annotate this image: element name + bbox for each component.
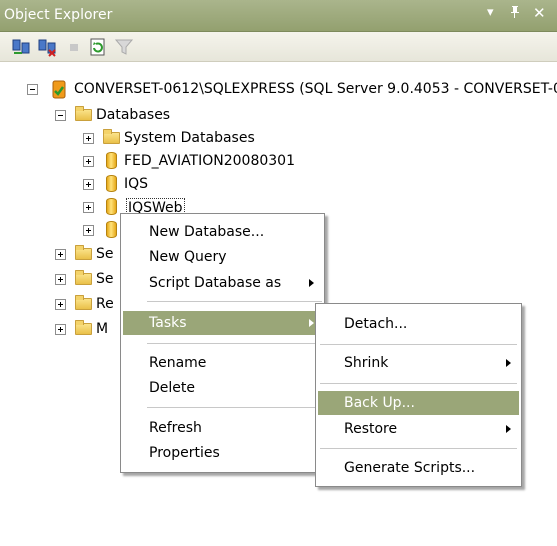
menu-item-detach[interactable]: Detach... (318, 312, 519, 336)
menu-item-label: Back Up... (344, 395, 415, 411)
expand-icon[interactable] (83, 202, 94, 213)
expand-icon[interactable] (83, 225, 94, 236)
menu-item-label: Refresh (149, 420, 202, 436)
tree-node-folder[interactable]: Re (0, 294, 140, 316)
tasks-submenu: Detach... Shrink Back Up... Restore Gene… (315, 303, 522, 487)
tree-node-database[interactable]: FED_AVIATION20080301 (0, 151, 340, 173)
database-icon (103, 221, 121, 239)
menu-item-new-database[interactable]: New Database... (123, 220, 322, 244)
menu-item-label: Detach... (344, 316, 408, 332)
menu-separator (147, 343, 322, 344)
databases-label: Databases (96, 107, 171, 123)
expand-icon[interactable] (83, 133, 94, 144)
menu-item-label: Delete (149, 380, 195, 396)
folder-label: Re (96, 296, 114, 312)
object-explorer-titlebar: Object Explorer ▾ ✕ (0, 0, 557, 32)
menu-item-delete[interactable]: Delete (123, 376, 322, 400)
menu-item-label: Restore (344, 421, 398, 437)
tree-node-folder[interactable]: M (0, 319, 140, 341)
tree-node-databases[interactable]: Databases (0, 105, 300, 127)
stop-icon[interactable] (64, 37, 84, 57)
menu-item-refresh[interactable]: Refresh (123, 416, 322, 440)
database-icon (103, 198, 121, 216)
menu-item-back-up[interactable]: Back Up... (318, 391, 519, 415)
menu-item-properties[interactable]: Properties (123, 441, 322, 465)
pin-icon[interactable] (509, 5, 521, 24)
collapse-icon[interactable] (27, 84, 38, 95)
menu-separator (320, 383, 517, 384)
menu-item-label: Properties (149, 445, 220, 461)
tree-node-folder[interactable]: Se (0, 244, 140, 266)
expand-icon[interactable] (55, 249, 66, 260)
menu-item-new-query[interactable]: New Query (123, 245, 322, 269)
server-label: CONVERSET-0612\SQLEXPRESS (SQL Server 9.… (74, 81, 557, 97)
database-icon (103, 152, 121, 170)
menu-item-label: New Query (149, 249, 227, 265)
folder-icon (75, 295, 93, 313)
folder-icon (75, 106, 93, 124)
expand-icon[interactable] (55, 299, 66, 310)
folder-label: Se (96, 246, 114, 262)
menu-item-tasks[interactable]: Tasks (123, 311, 322, 335)
expand-icon[interactable] (83, 179, 94, 190)
expand-icon[interactable] (83, 156, 94, 167)
submenu-arrow-icon (506, 425, 511, 433)
connect-icon[interactable] (12, 37, 32, 57)
menu-item-shrink[interactable]: Shrink (318, 351, 519, 375)
submenu-arrow-icon (506, 359, 511, 367)
refresh-icon[interactable] (88, 37, 108, 57)
menu-item-script-database-as[interactable]: Script Database as (123, 271, 322, 295)
filter-icon[interactable] (114, 37, 134, 57)
database-icon (103, 175, 121, 193)
menu-separator (147, 301, 322, 302)
close-icon[interactable]: ✕ (533, 5, 546, 21)
tree-node-folder[interactable]: Se (0, 269, 140, 291)
menu-separator (147, 407, 322, 408)
context-menu: New Database... New Query Script Databas… (120, 213, 325, 473)
menu-item-label: Shrink (344, 355, 389, 371)
menu-item-restore[interactable]: Restore (318, 417, 519, 441)
folder-icon (103, 129, 121, 147)
server-icon (50, 80, 68, 99)
database-label: FED_AVIATION20080301 (124, 153, 295, 169)
tree-node-database[interactable] (0, 220, 140, 242)
menu-separator (320, 344, 517, 345)
dropdown-icon[interactable]: ▾ (487, 5, 494, 21)
system-databases-label: System Databases (124, 130, 255, 146)
folder-label: M (96, 321, 109, 337)
disconnect-icon[interactable] (38, 37, 58, 57)
tree-node-server[interactable]: CONVERSET-0612\SQLEXPRESS (SQL Server 9.… (0, 79, 557, 101)
database-label: IQS (124, 176, 149, 192)
menu-item-label: Rename (149, 355, 207, 371)
expand-icon[interactable] (55, 324, 66, 335)
object-explorer-toolbar (0, 32, 557, 62)
expand-icon[interactable] (55, 274, 66, 285)
menu-item-label: Tasks (149, 315, 187, 331)
folder-icon (75, 320, 93, 338)
window-title: Object Explorer (4, 7, 113, 23)
menu-item-label: New Database... (149, 224, 265, 240)
folder-icon (75, 245, 93, 263)
collapse-icon[interactable] (55, 110, 66, 121)
menu-separator (320, 448, 517, 449)
menu-item-rename[interactable]: Rename (123, 351, 322, 375)
tree-node-system-databases[interactable]: System Databases (0, 128, 300, 150)
folder-label: Se (96, 271, 114, 287)
menu-item-label: Script Database as (149, 275, 282, 291)
menu-item-label: Generate Scripts... (344, 460, 476, 476)
folder-icon (75, 270, 93, 288)
submenu-arrow-icon (309, 279, 314, 287)
submenu-arrow-icon (309, 319, 314, 327)
tree-node-database[interactable]: IQS (0, 174, 200, 196)
menu-item-generate-scripts[interactable]: Generate Scripts... (318, 456, 519, 480)
